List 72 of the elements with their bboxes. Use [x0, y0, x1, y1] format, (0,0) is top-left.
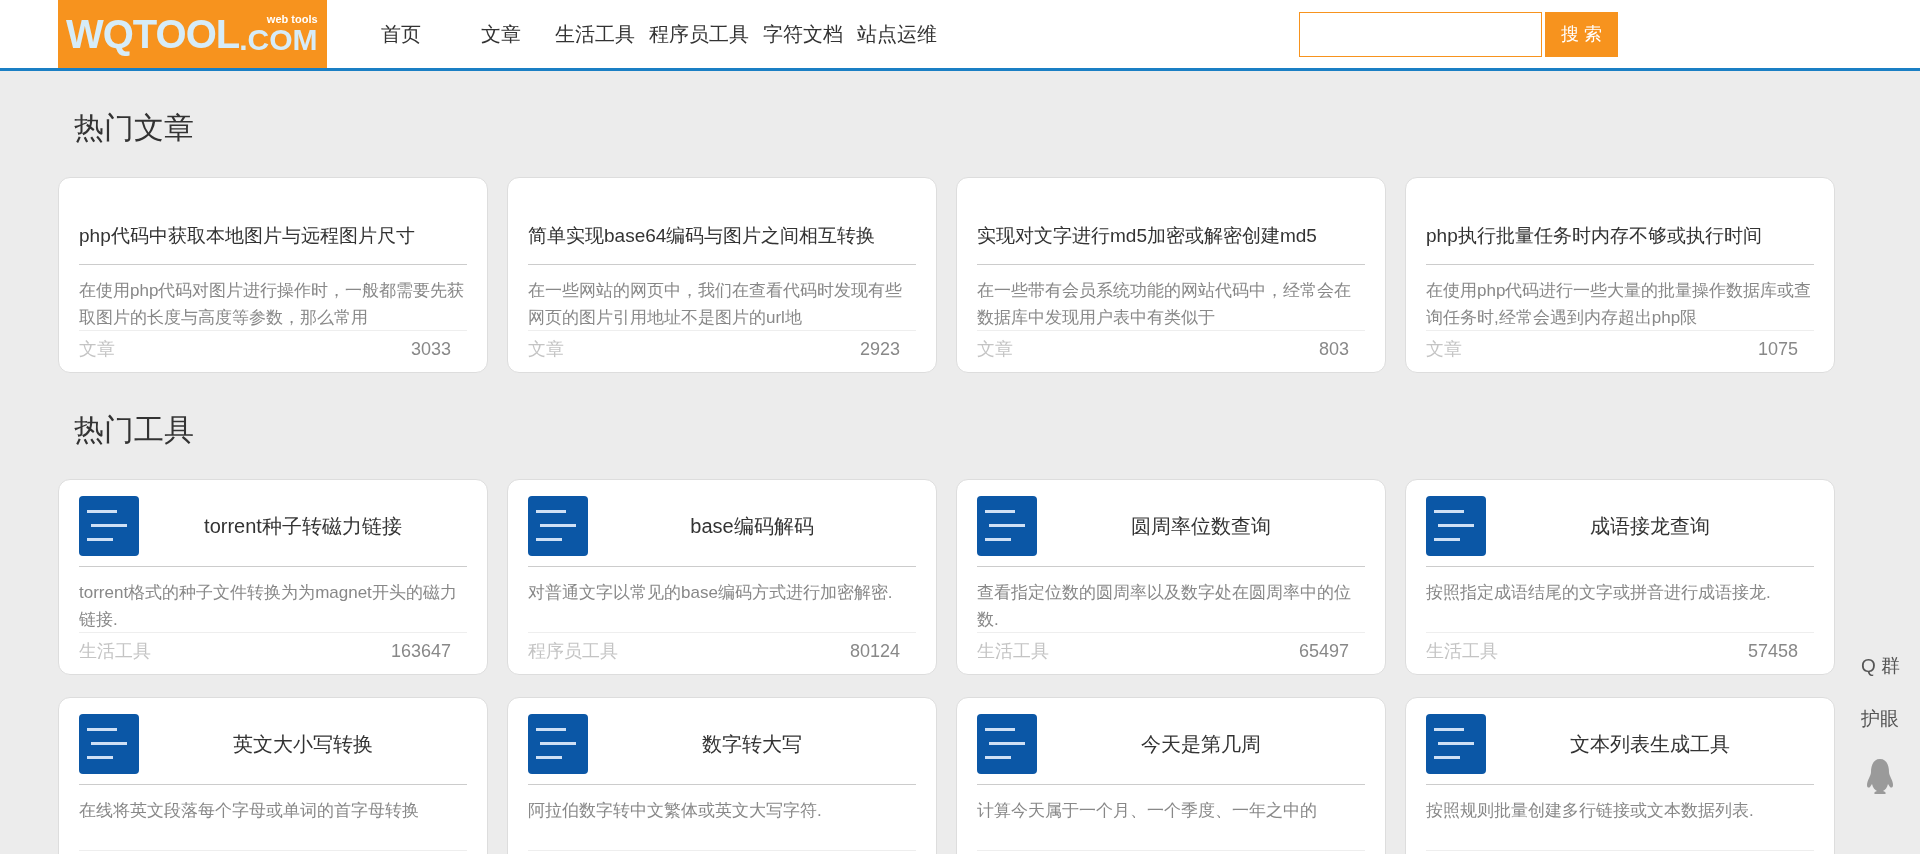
card-description: 按照规则批量创建多行链接或文本数据列表. — [1426, 800, 1755, 822]
card-category: 生活工具 — [79, 640, 151, 663]
tool-thumbnail-icon — [1426, 714, 1486, 774]
card-category: 生活工具 — [977, 640, 1049, 663]
card-title: 今天是第几周 — [1140, 732, 1262, 757]
tool-thumbnail-icon — [79, 714, 139, 774]
card[interactable]: 简单实现base64编码与图片之间相互转换 在一些网站的网页中，我们在查看代码时发现有些网页的图片引用地址不是图片的url地 文章 2923 — [507, 177, 937, 373]
view-count: 1075 — [1757, 338, 1798, 361]
nav-link[interactable]: 站点运维 — [857, 19, 937, 49]
card-description: 在一些带有会员系统功能的网站代码中，经常会在数据库中发现用户表中有类似于 — [977, 280, 1352, 329]
penguin-icon[interactable] — [1865, 757, 1896, 797]
card[interactable]: torrent种子转磁力链接 torrent格式的种子文件转换为为magnet开头的磁力链接. 生活工具 163647 — [58, 479, 488, 675]
card-title: 实现对文字进行md5加密或解密创建md5 — [977, 223, 1317, 248]
card-title: 英文大小写转换 — [232, 732, 374, 757]
card-title: torrent种子转磁力链接 — [203, 514, 403, 539]
card-description: 计算今天属于一个月、一个季度、一年之中的 — [977, 800, 1318, 822]
card-description: 查看指定位数的圆周率以及数字处在圆周率中的位数. — [977, 582, 1352, 631]
view-count: 163647 — [390, 640, 451, 663]
view-count: 3033 — [410, 338, 451, 361]
card-description: 对普通文字以常见的base编码方式进行加密解密. — [528, 582, 894, 604]
card[interactable]: php代码中获取本地图片与远程图片尺寸 在使用php代码对图片进行操作时，一般都需要先获取图片的长度与高度等参数，那么常用 文章 3033 — [58, 177, 488, 373]
view-count: 65497 — [1298, 640, 1349, 663]
card-category: 文章 — [528, 338, 564, 361]
side-link[interactable]: 护眼 — [1861, 704, 1900, 733]
card-title: 成语接龙查询 — [1589, 514, 1711, 539]
tool-thumbnail-icon — [528, 496, 588, 556]
search-field[interactable] — [1299, 11, 1542, 57]
card-description: 在使用php代码对图片进行操作时，一般都需要先获取图片的长度与高度等参数，那么常用 — [79, 280, 466, 329]
card-title: php代码中获取本地图片与远程图片尺寸 — [79, 223, 415, 248]
card-category: 文章 — [79, 338, 115, 361]
tool-thumbnail-icon — [1426, 496, 1486, 556]
card-description: 阿拉伯数字转中文繁体或英文大写字符. — [528, 800, 823, 822]
card-title: php执行批量任务时内存不够或执行时间 — [1426, 223, 1762, 248]
nav-link[interactable]: 程序员工具 — [649, 19, 749, 49]
card-title: 简单实现base64编码与图片之间相互转换 — [528, 223, 876, 248]
nav-link[interactable]: 生活工具 — [555, 19, 635, 49]
card-description: 在使用php代码进行一些大量的批量操作数据库或查询任务时,经常会遇到内存超出php限 — [1426, 280, 1813, 329]
card-description: 按照指定成语结尾的文字或拼音进行成语接龙. — [1426, 582, 1772, 604]
view-count: 80124 — [849, 640, 900, 663]
card[interactable]: 今天是第几周 计算今天属于一个月、一个季度、一年之中的 — [956, 697, 1386, 854]
section-heading: 热门文章 — [73, 109, 195, 146]
card[interactable]: 英文大小写转换 在线将英文段落每个字母或单词的首字母转换 — [58, 697, 488, 854]
tool-thumbnail-icon — [977, 714, 1037, 774]
card-category: 文章 — [1426, 338, 1462, 361]
card[interactable]: 圆周率位数查询 查看指定位数的圆周率以及数字处在圆周率中的位数. 生活工具 65497 — [956, 479, 1386, 675]
card-title: base编码解码 — [689, 514, 815, 539]
card-category: 生活工具 — [1426, 640, 1498, 663]
card-description: torrent格式的种子文件转换为为magnet开头的磁力链接. — [79, 582, 458, 631]
card-title: 数字转大写 — [701, 732, 803, 757]
card[interactable]: php执行批量任务时内存不够或执行时间 在使用php代码进行一些大量的批量操作数据库或查询任务时,经常会遇到内存超出php限 文章 1075 — [1405, 177, 1835, 373]
card-category: 文章 — [977, 338, 1013, 361]
card-category: 程序员工具 — [528, 640, 618, 663]
section-heading: 热门工具 — [73, 411, 195, 448]
nav-link[interactable]: 字符文档 — [763, 19, 843, 49]
nav-link[interactable]: 文章 — [481, 19, 521, 49]
view-count: 803 — [1318, 338, 1349, 361]
view-count: 57458 — [1747, 640, 1798, 663]
card[interactable]: 实现对文字进行md5加密或解密创建md5 在一些带有会员系统功能的网站代码中，经常会在数据库中发现用户表中有类似于 文章 803 — [956, 177, 1386, 373]
tool-thumbnail-icon — [977, 496, 1037, 556]
tool-thumbnail-icon — [528, 714, 588, 774]
nav-link[interactable]: 首页 — [381, 19, 421, 49]
tool-thumbnail-icon — [79, 496, 139, 556]
card[interactable]: base编码解码 对普通文字以常见的base编码方式进行加密解密. 程序员工具 80124 — [507, 479, 937, 675]
view-count: 2923 — [859, 338, 900, 361]
card-description: 在一些网站的网页中，我们在查看代码时发现有些网页的图片引用地址不是图片的url地 — [528, 280, 903, 329]
card[interactable]: 数字转大写 阿拉伯数字转中文繁体或英文大写字符. — [507, 697, 937, 854]
card[interactable]: 成语接龙查询 按照指定成语结尾的文字或拼音进行成语接龙. 生活工具 57458 — [1405, 479, 1835, 675]
card-description: 在线将英文段落每个字母或单词的首字母转换 — [79, 800, 420, 822]
card-title: 文本列表生成工具 — [1569, 732, 1731, 757]
side-link[interactable]: Q 群 — [1860, 652, 1900, 681]
card[interactable]: 文本列表生成工具 按照规则批量创建多行链接或文本数据列表. — [1405, 697, 1835, 854]
card-title: 圆周率位数查询 — [1130, 514, 1272, 539]
